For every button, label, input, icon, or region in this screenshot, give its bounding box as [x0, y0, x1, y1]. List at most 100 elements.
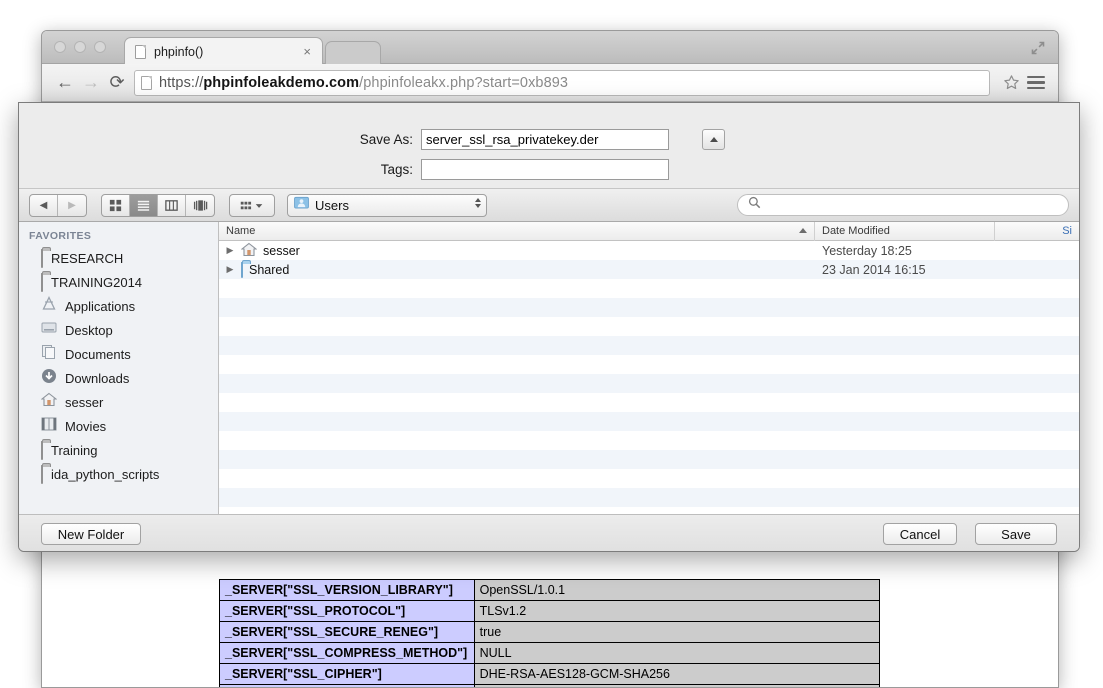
sidebar-item-list: RESEARCH TRAINING2014 Applications Desktop D… [19, 246, 218, 486]
search-icon [748, 196, 761, 214]
path-popup-stepper-icon [475, 197, 481, 208]
sidebar-item-documents[interactable]: Documents [19, 342, 218, 366]
screen: phpinfo() × ← → ⟳ https://phpinfoleakdem… [0, 0, 1103, 688]
sidebar-item-label: sesser [65, 394, 104, 410]
phpinfo-value: TLSv1.2 [473, 600, 881, 622]
finder-forward-icon[interactable]: ▶ [58, 195, 86, 216]
phpinfo-row: _SERVER["SSL_CIPHER_EXPORT"]false [219, 684, 881, 687]
file-name-label: Shared [249, 262, 290, 277]
tags-row: Tags: [19, 159, 739, 180]
back-icon[interactable]: ← [52, 70, 78, 96]
arrange-by-icon[interactable] [230, 195, 274, 216]
sidebar-item-training[interactable]: Training [19, 438, 218, 462]
sidebar-item-sesser[interactable]: sesser [19, 390, 218, 414]
forward-icon[interactable]: → [78, 70, 104, 96]
path-popup-button[interactable]: Users [287, 193, 487, 217]
column-header-size[interactable]: Si [995, 222, 1079, 241]
file-list-rows: ▶ sesser Yesterday 18:25 ▶ Shared 23 Jan 2014… [219, 241, 1079, 514]
table-row-empty [219, 469, 1079, 488]
sidebar-item-applications[interactable]: Applications [19, 294, 218, 318]
table-row[interactable]: ▶ Shared 23 Jan 2014 16:15 [219, 260, 1079, 279]
folder-icon [41, 249, 43, 268]
phpinfo-row: _SERVER["SSL_VERSION_LIBRARY"] OpenSSL/1.… [219, 579, 881, 601]
save-file-dialog: Save As: Tags: ◀ ▶ [18, 102, 1080, 552]
phpinfo-key: _SERVER["SSL_VERSION_LIBRARY"] [219, 579, 475, 601]
search-input[interactable] [737, 194, 1069, 216]
arrange-by-button[interactable] [229, 193, 275, 217]
column-header-date-modified[interactable]: Date Modified [815, 222, 995, 241]
finder-body: FAVORITES RESEARCH TRAINING2014 Applicatio… [19, 222, 1079, 514]
new-folder-button[interactable]: New Folder [41, 523, 141, 545]
phpinfo-value: false [473, 684, 881, 687]
url-domain: phpinfoleakdemo.com [203, 74, 360, 91]
sidebar-item-training2014[interactable]: TRAINING2014 [19, 270, 218, 294]
window-traffic-lights[interactable] [54, 41, 106, 53]
close-icon[interactable]: × [300, 45, 314, 58]
table-row-empty [219, 488, 1079, 507]
hamburger-menu-icon[interactable] [1024, 70, 1048, 96]
applications-icon [41, 295, 57, 316]
sidebar-item-movies[interactable]: Movies [19, 414, 218, 438]
sidebar-item-desktop[interactable]: Desktop [19, 318, 218, 342]
finder-sidebar: FAVORITES RESEARCH TRAINING2014 Applicatio… [19, 222, 219, 514]
phpinfo-row: _SERVER["SSL_COMPRESS_METHOD"] NULL [219, 642, 881, 664]
save-dialog-header: Save As: Tags: [19, 103, 1079, 188]
sidebar-item-label: Applications [65, 298, 136, 314]
star-icon[interactable] [998, 70, 1024, 96]
file-date-cell: 23 Jan 2014 16:15 [822, 262, 926, 277]
url-path: /phpinfoleakx.php?start=0xb893 [359, 74, 569, 91]
table-row-empty [219, 336, 1079, 355]
browser-tab-strip: phpinfo() × [42, 31, 1058, 65]
phpinfo-value: NULL [473, 642, 881, 664]
reload-icon[interactable]: ⟳ [104, 70, 130, 96]
minimize-window-button[interactable] [74, 41, 86, 53]
address-bar-url: https://phpinfoleakdemo.com/phpinfoleakx… [159, 75, 568, 91]
phpinfo-table: _SERVER["SSL_VERSION_LIBRARY"] OpenSSL/1.… [219, 579, 881, 687]
table-row[interactable]: ▶ sesser Yesterday 18:25 [219, 241, 1079, 260]
users-folder-icon [294, 196, 309, 214]
column-view-icon[interactable] [158, 194, 186, 216]
table-row-empty [219, 279, 1079, 298]
sidebar-item-label: Desktop [65, 322, 113, 338]
triangle-up-icon [709, 137, 718, 142]
coverflow-view-icon[interactable] [186, 195, 214, 216]
list-view-icon[interactable] [130, 194, 158, 216]
address-bar[interactable]: https://phpinfoleakdemo.com/phpinfoleakx… [134, 69, 990, 96]
phpinfo-row: _SERVER["SSL_PROTOCOL"] TLSv1.2 [219, 600, 881, 622]
table-row-empty [219, 393, 1079, 412]
tags-input[interactable] [421, 159, 669, 180]
sidebar-item-label: Downloads [65, 370, 130, 386]
table-row-empty [219, 412, 1079, 431]
phpinfo-row: _SERVER["SSL_CIPHER"] DHE-RSA-AES128-GCM-… [219, 663, 881, 685]
view-mode-buttons[interactable] [101, 193, 215, 217]
navigation-buttons[interactable]: ◀ ▶ [29, 193, 87, 217]
sidebar-item-downloads[interactable]: Downloads [19, 366, 218, 390]
browser-tab-label: phpinfo() [154, 44, 204, 59]
finder-back-icon[interactable]: ◀ [30, 194, 58, 216]
sidebar-item-ida-python-scripts[interactable]: ida_python_scripts [19, 462, 218, 486]
phpinfo-value: true [473, 621, 881, 643]
search-text-field[interactable] [767, 198, 1058, 212]
new-tab-button[interactable] [325, 41, 381, 65]
fullscreen-icon[interactable] [1030, 40, 1046, 56]
column-header-date-label: Date Modified [822, 224, 890, 237]
close-window-button[interactable] [54, 41, 66, 53]
zoom-window-button[interactable] [94, 41, 106, 53]
icon-view-icon[interactable] [102, 194, 130, 216]
disclosure-triangle-icon[interactable]: ▶ [219, 264, 241, 275]
save-button[interactable]: Save [975, 523, 1057, 545]
column-header-name[interactable]: Name [219, 222, 815, 241]
expand-browser-button[interactable] [702, 129, 725, 150]
disclosure-triangle-icon[interactable]: ▶ [219, 245, 241, 256]
phpinfo-key: _SERVER["SSL_SECURE_RENEG"] [219, 621, 475, 643]
cancel-button[interactable]: Cancel [883, 523, 957, 545]
url-scheme: https:// [159, 74, 204, 91]
save-as-input[interactable] [421, 129, 669, 150]
table-row-empty [219, 298, 1079, 317]
folder-icon [41, 441, 43, 460]
browser-tab[interactable]: phpinfo() × [124, 37, 323, 65]
sidebar-item-label: Movies [65, 418, 107, 434]
sidebar-item-research[interactable]: RESEARCH [19, 246, 218, 270]
table-row-empty [219, 355, 1079, 374]
save-as-row: Save As: [19, 129, 739, 150]
